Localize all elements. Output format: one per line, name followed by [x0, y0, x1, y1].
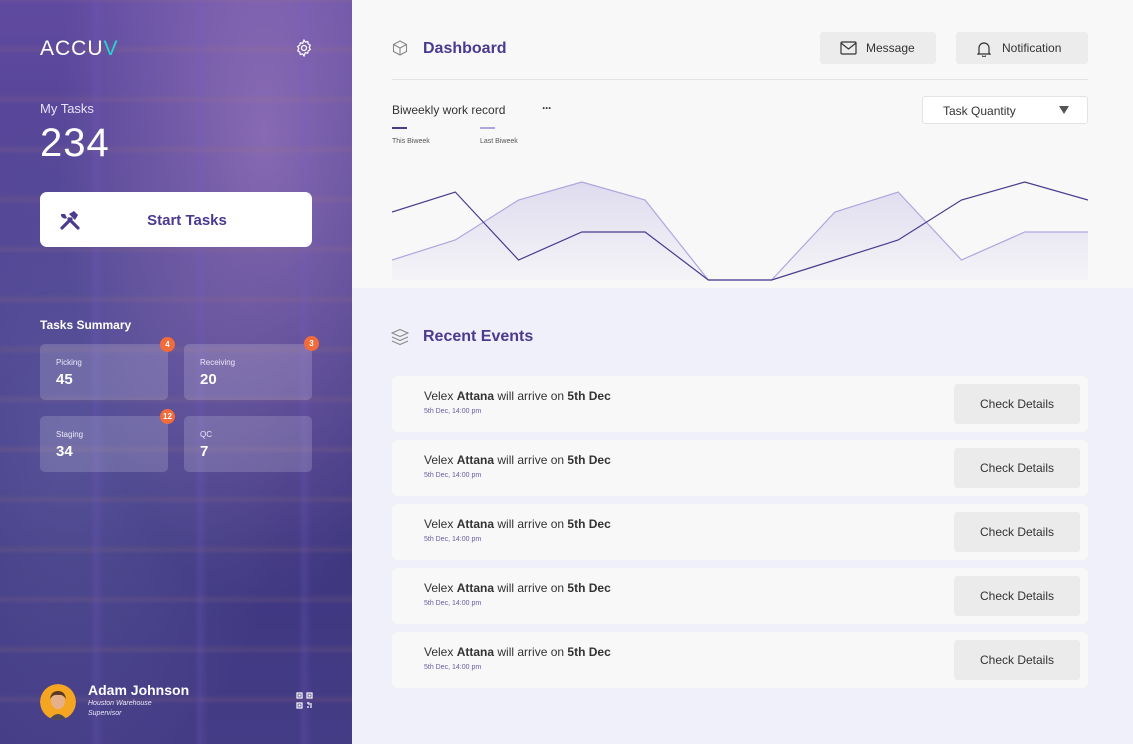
card-label: Picking: [56, 358, 82, 367]
legend-swatch-last-biweek: [480, 127, 495, 129]
event-middle: will arrive on: [494, 645, 568, 659]
gear-icon[interactable]: [294, 38, 314, 58]
start-tasks-label: Start Tasks: [147, 212, 227, 229]
header-divider: [392, 79, 1088, 80]
logo-text: ACCUV: [40, 37, 119, 59]
dropdown-arrow-icon: [1059, 106, 1069, 114]
check-details-button[interactable]: Check Details: [954, 640, 1080, 680]
card-label: Receiving: [200, 358, 236, 367]
check-details-button[interactable]: Check Details: [954, 512, 1080, 552]
legend-last-biweek: Last Biweek: [480, 138, 518, 145]
event-middle: will arrive on: [494, 517, 568, 531]
event-row: Velex Attana will arrive on 5th Dec 5th D…: [392, 504, 1088, 560]
notification-label: Notification: [1002, 41, 1062, 55]
event-name-bold: Attana: [456, 581, 495, 595]
event-text: Velex Attana will arrive on 5th Dec: [424, 389, 611, 403]
event-name: Velex: [424, 645, 454, 659]
chart-title: Biweekly work record: [392, 103, 506, 117]
event-text: Velex Attana will arrive on 5th Dec: [424, 453, 611, 467]
event-name: Velex: [424, 517, 454, 531]
task-card-receiving[interactable]: Receiving 20: [184, 344, 312, 400]
series-area-last-biweek: [392, 182, 1088, 280]
layers-icon: [391, 328, 409, 346]
event-date: 5th Dec: [567, 517, 611, 531]
card-label: QC: [200, 430, 212, 439]
event-name-bold: Attana: [456, 517, 495, 531]
event-name: Velex: [424, 581, 454, 595]
user-location: Houston Warehouse: [88, 700, 152, 707]
message-button[interactable]: Message: [820, 32, 936, 64]
event-time: 5th Dec, 14:00 pm: [424, 664, 482, 671]
legend-this-biweek: This Biweek: [392, 138, 430, 145]
user-name: Adam Johnson: [88, 682, 190, 698]
tasks-summary-title: Tasks Summary: [40, 318, 132, 332]
event-time: 5th Dec, 14:00 pm: [424, 536, 482, 543]
legend-swatch-this-biweek: [392, 127, 407, 129]
check-details-button[interactable]: Check Details: [954, 384, 1080, 424]
cube-icon: [392, 40, 408, 56]
event-row: Velex Attana will arrive on 5th Dec 5th D…: [392, 440, 1088, 496]
check-details-button[interactable]: Check Details: [954, 576, 1080, 616]
my-tasks-label: My Tasks: [40, 101, 94, 116]
page-title: Dashboard: [423, 40, 507, 57]
biweekly-line-chart: [392, 181, 1088, 281]
event-middle: will arrive on: [494, 389, 568, 403]
event-name: Velex: [424, 453, 454, 467]
event-row: Velex Attana will arrive on 5th Dec 5th D…: [392, 376, 1088, 432]
card-value: 45: [56, 371, 73, 388]
bell-icon: [977, 42, 991, 57]
avatar: [40, 684, 76, 720]
event-time: 5th Dec, 14:00 pm: [424, 472, 482, 479]
event-name-bold: Attana: [456, 645, 495, 659]
notification-button[interactable]: Notification: [956, 32, 1088, 64]
recent-events-title: Recent Events: [423, 328, 534, 345]
event-text: Velex Attana will arrive on 5th Dec: [424, 645, 611, 659]
task-card-staging[interactable]: Staging 34: [40, 416, 168, 472]
event-name-bold: Attana: [456, 453, 495, 467]
my-tasks-count: 234: [40, 121, 110, 165]
receiving-badge: 3: [304, 336, 319, 351]
metric-select[interactable]: Task Quantity: [922, 96, 1088, 124]
event-time: 5th Dec, 14:00 pm: [424, 408, 482, 415]
card-value: 7: [200, 443, 209, 460]
card-label: Staging: [56, 430, 84, 439]
card-value: 34: [56, 443, 73, 460]
picking-badge: 4: [160, 337, 175, 352]
event-date: 5th Dec: [567, 389, 611, 403]
event-row: Velex Attana will arrive on 5th Dec 5th D…: [392, 568, 1088, 624]
event-name-bold: Attana: [456, 389, 495, 403]
card-value: 20: [200, 371, 217, 388]
start-tasks-button[interactable]: Start Tasks: [40, 192, 312, 247]
qr-code-icon[interactable]: [296, 692, 313, 709]
check-details-button[interactable]: Check Details: [954, 448, 1080, 488]
event-time: 5th Dec, 14:00 pm: [424, 600, 482, 607]
user-role: Supervisor: [88, 710, 122, 717]
event-row: Velex Attana will arrive on 5th Dec 5th D…: [392, 632, 1088, 688]
accuv-logo: ACCUV: [40, 37, 119, 59]
event-middle: will arrive on: [494, 581, 568, 595]
more-options-icon[interactable]: ···: [542, 101, 552, 115]
event-text: Velex Attana will arrive on 5th Dec: [424, 581, 611, 595]
sidebar: ACCUV My Tasks 234 Start Tasks Tasks Sum…: [0, 0, 352, 744]
event-date: 5th Dec: [567, 645, 611, 659]
event-middle: will arrive on: [494, 453, 568, 467]
task-card-qc[interactable]: QC 7: [184, 416, 312, 472]
event-date: 5th Dec: [567, 581, 611, 595]
message-label: Message: [866, 41, 915, 55]
task-card-picking[interactable]: Picking 45: [40, 344, 168, 400]
event-text: Velex Attana will arrive on 5th Dec: [424, 517, 611, 531]
select-value: Task Quantity: [943, 104, 1016, 118]
envelope-icon: [840, 41, 857, 55]
staging-badge: 12: [160, 409, 175, 424]
event-date: 5th Dec: [567, 453, 611, 467]
event-name: Velex: [424, 389, 454, 403]
